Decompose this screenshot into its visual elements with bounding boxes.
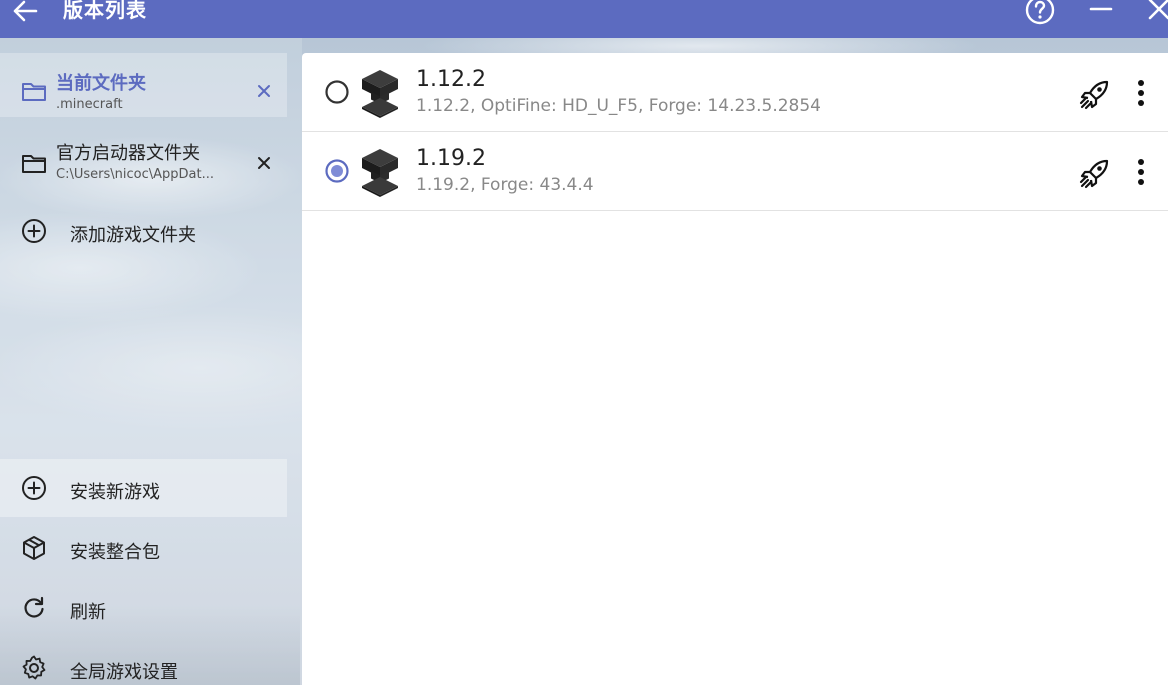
plus-circle-icon (22, 219, 46, 243)
more-options-icon[interactable] (1131, 77, 1151, 109)
version-name: 1.19.2 (416, 146, 486, 171)
version-description: 1.12.2, OptiFine: HD_U_F5, Forge: 14.23.… (416, 96, 821, 116)
version-row[interactable]: 1.12.2 1.12.2, OptiFine: HD_U_F5, Forge:… (302, 53, 1168, 132)
global-settings-label: 全局游戏设置 (70, 662, 178, 683)
add-game-folder-button[interactable]: 添加游戏文件夹 (0, 213, 287, 253)
version-list: 1.12.2 1.12.2, OptiFine: HD_U_F5, Forge:… (302, 53, 1168, 685)
rocket-icon[interactable] (1078, 77, 1112, 111)
remove-folder-icon[interactable] (253, 80, 275, 102)
minimize-icon[interactable] (1088, 0, 1114, 22)
sidebar: 当前文件夹 .minecraft 官方启动器文件夹 C:\Users\nicoc… (0, 38, 302, 685)
refresh-button[interactable]: 刷新 (0, 579, 287, 637)
close-icon[interactable] (1146, 0, 1168, 22)
help-icon[interactable] (1024, 0, 1056, 26)
version-description: 1.19.2, Forge: 43.4.4 (416, 175, 594, 195)
install-modpack-label: 安装整合包 (70, 542, 160, 563)
back-arrow-icon[interactable] (10, 0, 40, 24)
refresh-icon (24, 596, 44, 618)
page-title: 版本列表 (63, 0, 147, 22)
add-folder-label: 添加游戏文件夹 (70, 225, 196, 246)
folder-path: .minecraft (56, 97, 123, 112)
folder-icon (22, 83, 46, 101)
minecraft-block-icon (362, 70, 398, 118)
install-new-game-label: 安装新游戏 (70, 482, 160, 503)
radio-button-selected[interactable] (324, 158, 350, 184)
install-modpack-button[interactable]: 安装整合包 (0, 519, 287, 577)
rocket-icon[interactable] (1078, 156, 1112, 190)
folder-label: 当前文件夹 (56, 73, 146, 94)
sidebar-folder-official[interactable]: 官方启动器文件夹 C:\Users\nicoc\AppDat... (0, 125, 287, 189)
gear-icon (22, 655, 46, 680)
package-icon (23, 536, 45, 560)
global-game-settings-button[interactable]: 全局游戏设置 (0, 639, 287, 685)
sidebar-folder-current[interactable]: 当前文件夹 .minecraft (0, 53, 287, 117)
folder-path: C:\Users\nicoc\AppDat... (56, 167, 214, 182)
install-new-game-button[interactable]: 安装新游戏 (0, 459, 287, 517)
title-bar: 版本列表 (0, 0, 1168, 38)
more-options-icon[interactable] (1131, 156, 1151, 188)
folder-icon (22, 155, 46, 173)
plus-circle-icon (22, 476, 46, 500)
radio-button[interactable] (324, 79, 350, 105)
version-name: 1.12.2 (416, 67, 486, 92)
remove-folder-icon[interactable] (253, 152, 275, 174)
minecraft-block-icon (362, 149, 398, 197)
version-row[interactable]: 1.19.2 1.19.2, Forge: 43.4.4 (302, 132, 1168, 211)
folder-label: 官方启动器文件夹 (56, 143, 200, 164)
refresh-label: 刷新 (70, 602, 106, 623)
